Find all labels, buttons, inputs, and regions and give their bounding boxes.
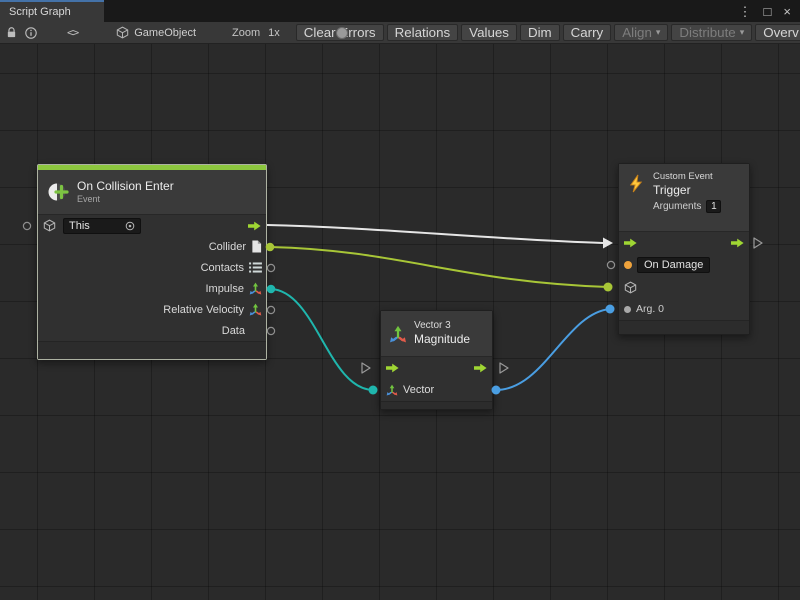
vector3-icon — [249, 282, 262, 295]
port-label: Vector — [403, 384, 434, 396]
align-button[interactable]: Align ▾ — [614, 24, 668, 41]
vector-flow-in-marker[interactable] — [362, 363, 370, 373]
node-title: On Collision Enter — [77, 179, 174, 194]
wire-flow-connection[interactable] — [267, 225, 603, 243]
object-picker-icon[interactable] — [125, 221, 135, 231]
node-trigger-custom-event[interactable]: Custom Event Trigger Arguments 1 — [618, 163, 750, 335]
graph-canvas[interactable]: On Collision Enter Event This — [0, 44, 800, 600]
event-name-field[interactable]: On Damage — [637, 257, 710, 273]
flow-wire-arrowhead — [603, 238, 613, 249]
node-type-label: Vector 3 — [414, 320, 470, 333]
target-object-field[interactable]: This — [63, 218, 141, 234]
node-footer — [619, 320, 749, 334]
port-row-relative-velocity[interactable]: Relative Velocity — [38, 299, 266, 320]
target-row: This — [38, 215, 266, 236]
flow-input-port[interactable] — [624, 238, 637, 248]
gameobject-cube-icon — [116, 26, 129, 39]
lock-icon[interactable] — [6, 24, 17, 42]
lightning-bolt-icon — [627, 174, 646, 193]
node-footer — [381, 401, 492, 409]
dim-button[interactable]: Dim — [520, 24, 560, 41]
flow-row — [619, 232, 749, 254]
port-row-target[interactable] — [619, 276, 749, 298]
carry-button[interactable]: Carry — [563, 24, 612, 41]
string-port[interactable] — [624, 261, 632, 269]
unity-visual-scripting-window: Script Graph ⋮ □ × <> GameObject Zoom 1x… — [0, 0, 800, 600]
node-title: Magnitude — [414, 332, 470, 347]
chevron-down-icon: ▾ — [740, 27, 745, 38]
graph-target-label: GameObject — [134, 27, 196, 39]
gameobject-cube-icon — [43, 219, 56, 232]
vector3-icon — [389, 325, 407, 343]
wire-collider-connection[interactable] — [270, 247, 608, 287]
window-maximize-icon[interactable]: □ — [764, 5, 772, 18]
chevron-down-icon: ▾ — [656, 27, 661, 38]
code-view-icon[interactable]: <> — [67, 24, 78, 42]
tab-bar: Script Graph ⋮ □ × — [0, 0, 800, 22]
zoom-label: Zoom — [232, 27, 260, 39]
tab-title: Script Graph — [9, 6, 71, 18]
flow-output-port[interactable] — [248, 221, 261, 231]
window-close-icon[interactable]: × — [783, 5, 791, 18]
port-row-arg0[interactable]: Arg. 0 — [619, 298, 749, 320]
custom-event-flow-out-marker[interactable] — [754, 238, 762, 248]
distribute-button[interactable]: Distribute ▾ — [671, 24, 752, 41]
port-label: Arg. 0 — [636, 303, 664, 315]
target-object-value: This — [69, 220, 90, 232]
vector-flow-out-marker[interactable] — [500, 363, 508, 373]
coroutine-port[interactable] — [23, 222, 30, 229]
contacts-output-port[interactable] — [267, 264, 274, 271]
flow-output-port[interactable] — [474, 363, 487, 373]
node-header[interactable]: Vector 3 Magnitude — [381, 311, 492, 357]
node-on-collision-enter[interactable]: On Collision Enter Event This — [37, 164, 267, 360]
wire-magnitude-connection[interactable] — [496, 309, 610, 390]
values-button[interactable]: Values — [461, 24, 517, 41]
vector3-icon — [386, 384, 398, 396]
flow-input-port[interactable] — [386, 363, 399, 373]
data-output-port[interactable] — [267, 327, 274, 334]
graph-target-chip[interactable]: GameObject — [116, 26, 196, 39]
arguments-label: Arguments — [653, 201, 701, 212]
port-row-vector[interactable]: Vector — [381, 379, 492, 401]
node-header[interactable]: Custom Event Trigger Arguments 1 — [619, 164, 749, 232]
flow-output-port[interactable] — [731, 238, 744, 248]
node-subtitle: Event — [77, 194, 174, 205]
argument-port[interactable] — [624, 306, 631, 313]
arg0-input-port[interactable] — [606, 305, 615, 314]
target-input-port[interactable] — [604, 283, 613, 292]
zoom-slider-handle[interactable] — [336, 27, 348, 39]
graph-toolbar: <> GameObject Zoom 1x Clear Errors Relat… — [0, 22, 800, 44]
vector3-icon — [249, 303, 262, 316]
window-menu-icon[interactable]: ⋮ — [739, 5, 752, 18]
port-row-collider[interactable]: Collider — [38, 236, 266, 257]
port-row-data[interactable]: Data — [38, 320, 266, 341]
impulse-output-port[interactable] — [267, 285, 276, 294]
node-header[interactable]: On Collision Enter Event — [38, 170, 266, 215]
list-icon — [249, 262, 262, 273]
relative-velocity-output-port[interactable] — [267, 306, 274, 313]
info-icon[interactable] — [25, 24, 37, 42]
gameobject-cube-icon — [624, 281, 637, 294]
node-title: Trigger — [653, 183, 721, 198]
arguments-count-field[interactable]: 1 — [706, 200, 721, 213]
flow-row — [381, 357, 492, 379]
port-row-contacts[interactable]: Contacts — [38, 257, 266, 278]
window-controls: ⋮ □ × — [739, 0, 800, 22]
node-category-label: Custom Event — [653, 171, 721, 183]
relations-button[interactable]: Relations — [387, 24, 459, 41]
zoom-value: 1x — [268, 27, 280, 39]
node-footer — [38, 341, 266, 359]
wire-impulse-connection[interactable] — [271, 289, 373, 390]
port-row-event-name[interactable]: On Damage — [619, 254, 749, 276]
overview-button[interactable]: Overv — [755, 24, 800, 41]
document-icon — [251, 240, 262, 253]
collision-event-icon — [46, 180, 70, 204]
vector-input-port[interactable] — [369, 386, 378, 395]
event-name-input-port[interactable] — [607, 261, 614, 268]
node-vector3-magnitude[interactable]: Vector 3 Magnitude Vector — [380, 310, 493, 410]
port-row-impulse[interactable]: Impulse — [38, 278, 266, 299]
tab-script-graph[interactable]: Script Graph — [0, 0, 104, 22]
